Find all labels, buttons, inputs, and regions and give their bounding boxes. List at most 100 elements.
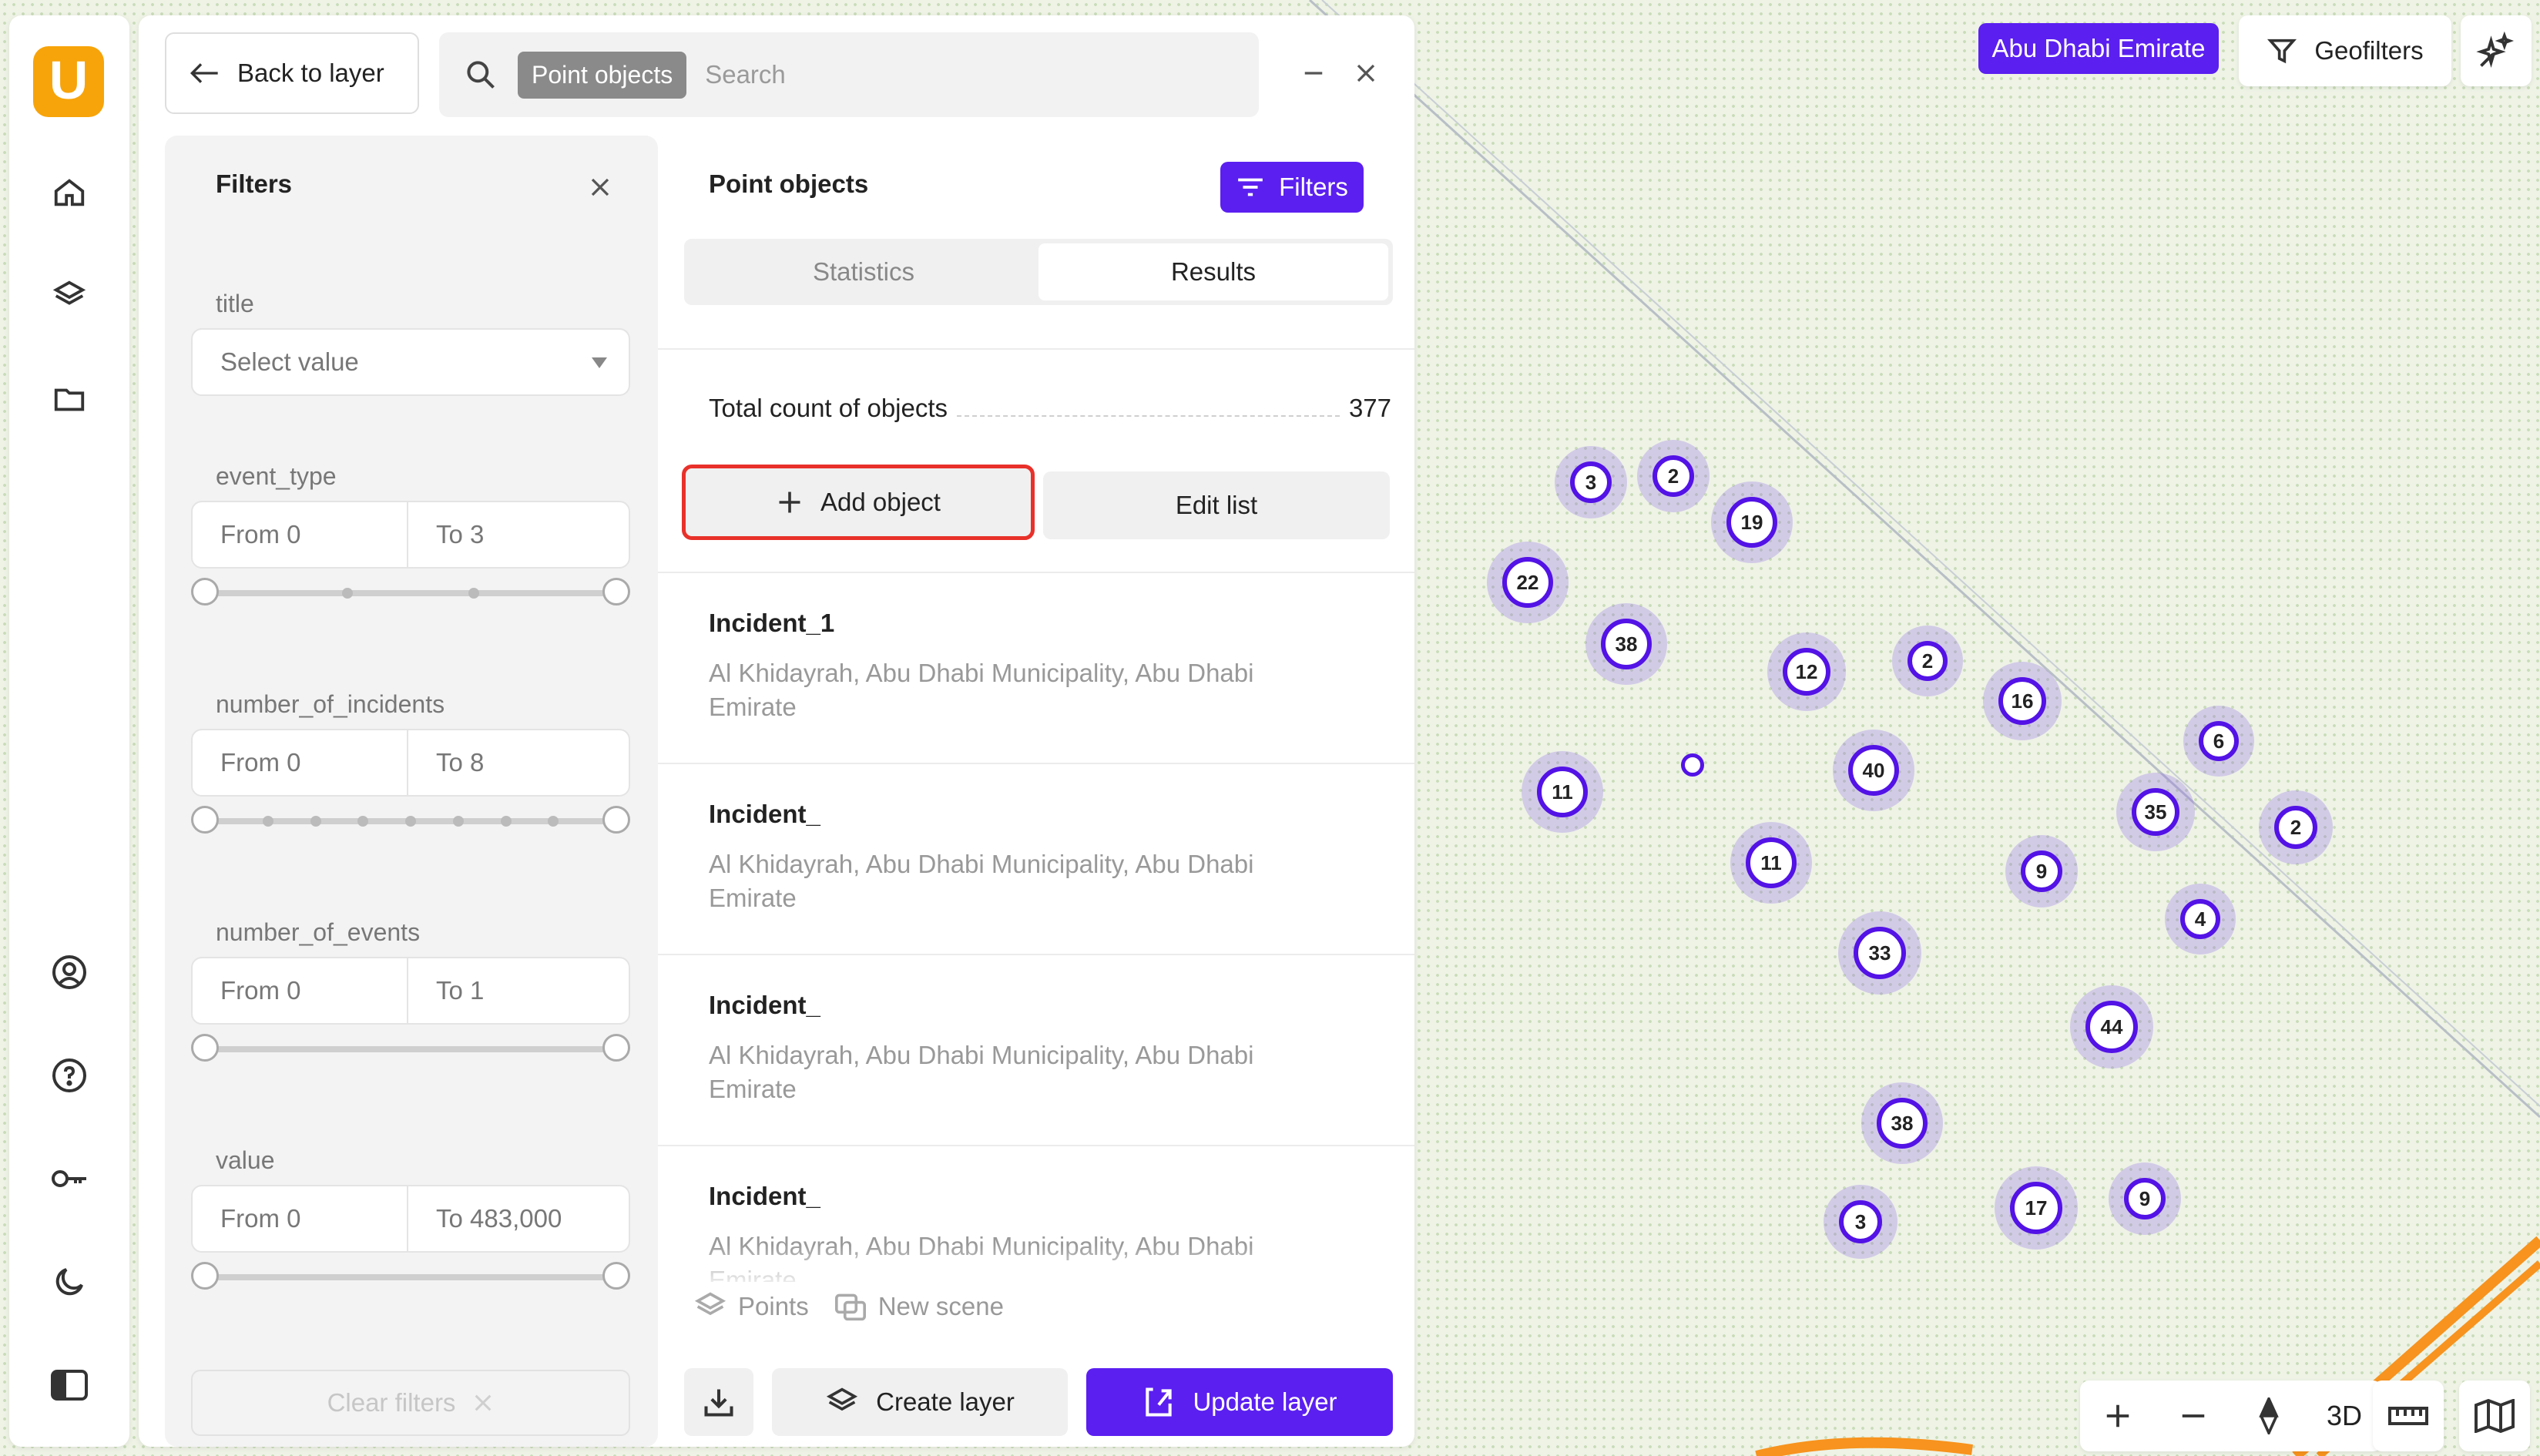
map-cluster[interactable]: 40 xyxy=(1833,730,1914,811)
download-icon xyxy=(704,1389,733,1417)
map-cluster[interactable]: 33 xyxy=(1838,911,1921,995)
map-cluster[interactable]: 11 xyxy=(1522,751,1603,833)
slider-tick xyxy=(262,816,273,827)
map-cluster[interactable]: 3 xyxy=(1824,1185,1897,1259)
map-cluster[interactable]: 38 xyxy=(1585,603,1667,685)
home-icon[interactable] xyxy=(46,169,92,216)
search-input[interactable] xyxy=(703,59,1169,90)
slider-max-handle[interactable] xyxy=(602,1262,630,1290)
number-of-incidents-to[interactable]: To 8 xyxy=(408,730,626,795)
slider-min-handle[interactable] xyxy=(191,1262,219,1290)
ai-sparkle-button[interactable] xyxy=(2461,15,2532,86)
map-cluster[interactable]: 11 xyxy=(1730,822,1812,904)
geofilters-button[interactable]: Geofilters xyxy=(2239,15,2451,86)
list-item[interactable]: Incident_ Al Khidayrah, Abu Dhabi Munici… xyxy=(658,955,1414,1145)
map-cluster[interactable]: 2 xyxy=(1637,440,1710,512)
map-cluster[interactable]: 3 xyxy=(1555,446,1627,518)
basemap-button[interactable] xyxy=(2459,1381,2530,1451)
slider-max-handle[interactable] xyxy=(602,1034,630,1062)
map-cluster[interactable]: 12 xyxy=(1767,632,1846,711)
clear-filters-label: Clear filters xyxy=(327,1388,456,1417)
number-of-events-slider[interactable] xyxy=(191,1032,630,1066)
layers-icon[interactable] xyxy=(46,273,92,319)
clear-x-icon xyxy=(475,1394,492,1411)
cluster-count: 3 xyxy=(1839,1200,1882,1243)
divider xyxy=(658,348,1414,350)
map-cluster[interactable]: 19 xyxy=(1711,481,1793,563)
cluster-count: 4 xyxy=(2180,899,2220,939)
help-icon[interactable] xyxy=(46,1052,92,1099)
map-cluster[interactable]: 4 xyxy=(2165,884,2236,954)
map-cluster[interactable]: 44 xyxy=(2070,985,2153,1069)
map-cluster[interactable]: 9 xyxy=(2005,835,2078,907)
cluster-count: 12 xyxy=(1783,648,1830,696)
user-circle-icon[interactable] xyxy=(46,949,92,995)
map-cluster[interactable]: 17 xyxy=(1995,1166,2078,1250)
add-object-button[interactable]: Add object xyxy=(682,465,1035,540)
map-cluster[interactable]: 38 xyxy=(1861,1082,1943,1164)
map-cluster[interactable]: 22 xyxy=(1487,542,1569,623)
tab-results[interactable]: Results xyxy=(1038,243,1388,300)
cluster-count: 6 xyxy=(2199,721,2239,761)
map-cluster[interactable]: 2 xyxy=(2259,790,2333,864)
tab-statistics[interactable]: Statistics xyxy=(689,243,1038,300)
filters-close-icon[interactable] xyxy=(581,168,619,206)
number-of-events-from[interactable]: From 0 xyxy=(193,958,408,1023)
title-select[interactable]: Select value xyxy=(191,328,630,396)
zoom-out-icon[interactable] xyxy=(2163,1385,2224,1447)
map-cluster[interactable]: 2 xyxy=(1892,626,1963,696)
value-to[interactable]: To 483,000 xyxy=(408,1186,626,1251)
ruler-icon xyxy=(2388,1407,2428,1425)
app-logo[interactable]: U xyxy=(33,46,104,117)
filters-toggle-button[interactable]: Filters xyxy=(1220,162,1364,213)
slider-min-handle[interactable] xyxy=(191,1034,219,1062)
ruler-button[interactable] xyxy=(2373,1381,2444,1451)
slider-min-handle[interactable] xyxy=(191,806,219,834)
filters-title: Filters xyxy=(216,169,293,198)
close-icon[interactable] xyxy=(1347,54,1385,92)
map-cluster[interactable]: 35 xyxy=(2116,773,2195,851)
event-type-slider[interactable] xyxy=(191,576,630,610)
event-type-to[interactable]: To 3 xyxy=(408,502,626,567)
funnel-icon xyxy=(2267,39,2297,64)
map-cluster[interactable] xyxy=(1681,753,1704,777)
zoom-in-icon[interactable] xyxy=(2087,1385,2149,1447)
edit-list-button[interactable]: Edit list xyxy=(1043,471,1390,539)
region-badge[interactable]: Abu Dhabi Emirate xyxy=(1978,23,2219,74)
compass-icon[interactable] xyxy=(2238,1385,2300,1447)
slider-min-handle[interactable] xyxy=(191,578,219,606)
toggle-3d-button[interactable]: 3D xyxy=(2314,1385,2375,1447)
slider-tick xyxy=(405,816,416,827)
cluster-count: 19 xyxy=(1726,497,1777,548)
search-scope-chip[interactable]: Point objects xyxy=(518,51,687,99)
item-name: Incident_1 xyxy=(709,609,835,637)
item-address: Al Khidayrah, Abu Dhabi Municipality, Ab… xyxy=(709,850,1254,912)
clear-filters-button[interactable]: Clear filters xyxy=(191,1370,630,1436)
slider-max-handle[interactable] xyxy=(602,578,630,606)
back-label: Back to layer xyxy=(237,59,384,87)
value-from[interactable]: From 0 xyxy=(193,1186,408,1251)
event-type-from[interactable]: From 0 xyxy=(193,502,408,567)
filter-label-number-of-events: number_of_events xyxy=(216,918,421,946)
map-cluster[interactable]: 6 xyxy=(2183,706,2254,777)
moon-icon[interactable] xyxy=(46,1259,92,1305)
search-bar[interactable]: Point objects xyxy=(439,32,1259,117)
map-cluster[interactable]: 16 xyxy=(1983,662,2062,740)
folder-icon[interactable] xyxy=(46,376,92,422)
value-slider[interactable] xyxy=(191,1260,630,1294)
create-layer-button[interactable]: Create layer xyxy=(772,1368,1068,1436)
number-of-incidents-slider[interactable] xyxy=(191,804,630,838)
number-of-incidents-from[interactable]: From 0 xyxy=(193,730,408,795)
panel-toggle-icon[interactable] xyxy=(46,1362,92,1408)
slider-max-handle[interactable] xyxy=(602,806,630,834)
number-of-events-to[interactable]: To 1 xyxy=(408,958,626,1023)
list-item[interactable]: Incident_ Al Khidayrah, Abu Dhabi Munici… xyxy=(658,764,1414,954)
map-cluster[interactable]: 9 xyxy=(2109,1162,2181,1235)
list-item[interactable]: Incident_1 Al Khidayrah, Abu Dhabi Munic… xyxy=(658,573,1414,763)
update-layer-button[interactable]: Update layer xyxy=(1086,1368,1393,1436)
back-to-layer-button[interactable]: Back to layer xyxy=(165,32,419,114)
filters-toggle-label: Filters xyxy=(1279,173,1348,201)
download-button[interactable] xyxy=(684,1368,753,1436)
key-icon[interactable] xyxy=(46,1156,92,1202)
minimize-icon[interactable] xyxy=(1294,54,1333,92)
